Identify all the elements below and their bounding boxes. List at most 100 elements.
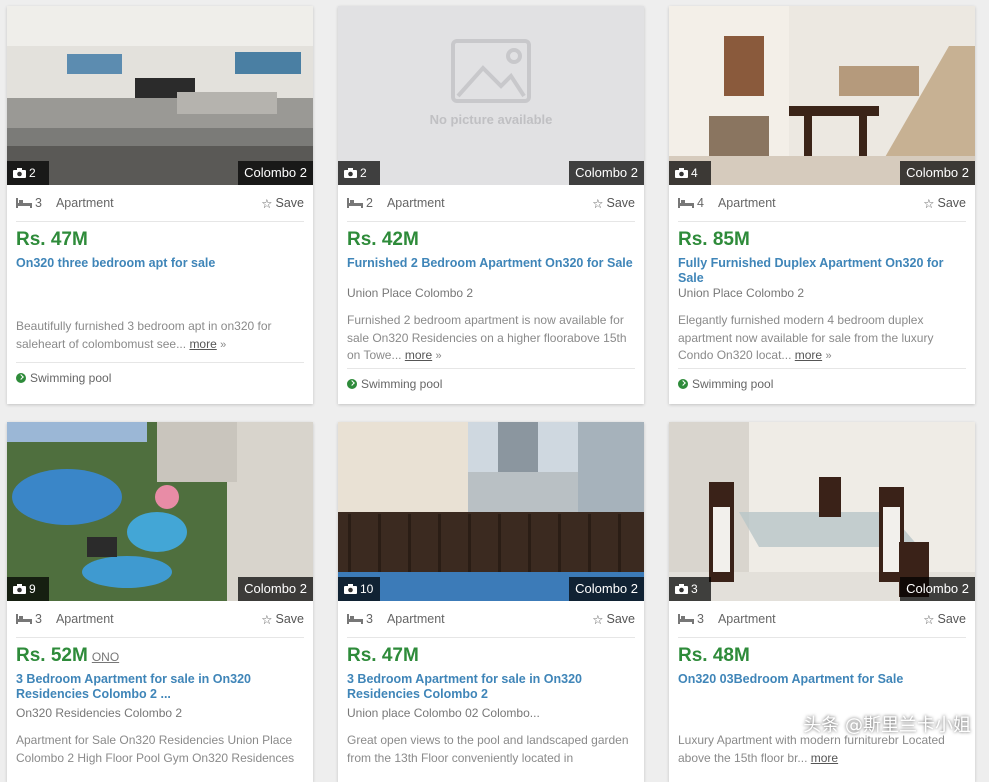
listing-card[interactable]: 9 Colombo 2 3 Apartment ☆ Save Rs. 52M ON… — [7, 422, 313, 782]
listing-title[interactable]: Fully Furnished Duplex Apartment On320 f… — [678, 256, 966, 286]
feature-label: Swimming pool — [30, 371, 112, 385]
listing-price: Rs. 47M — [347, 642, 635, 670]
more-link[interactable]: more — [189, 337, 216, 351]
placeholder-text: No picture available — [429, 112, 553, 127]
listing-photo[interactable]: No picture available 2 Colombo 2 — [338, 6, 644, 185]
bed-icon — [16, 614, 32, 624]
listing-price: Rs. 52M ONO — [16, 642, 304, 670]
more-link[interactable]: more — [811, 751, 838, 765]
feature-item: Swimming pool — [16, 362, 304, 393]
listing-photo[interactable]: 9 Colombo 2 — [7, 422, 313, 601]
listing-title[interactable]: Furnished 2 Bedroom Apartment On320 for … — [347, 256, 635, 286]
save-label: Save — [937, 196, 967, 210]
listing-title[interactable]: 3 Bedroom Apartment for sale in On320 Re… — [347, 672, 635, 706]
camera-icon — [675, 168, 688, 178]
price-value: Rs. 47M — [347, 645, 419, 666]
photo-count: 4 — [691, 166, 698, 180]
listing-meta: 3 Apartment ☆ Save — [16, 185, 304, 222]
bed-count: 4 — [697, 196, 704, 210]
listing-meta: 2 Apartment ☆ Save — [347, 185, 635, 222]
listing-title[interactable]: On320 three bedroom apt for sale — [16, 256, 304, 312]
listing-address: On320 Residencies Colombo 2 — [16, 706, 183, 720]
listing-description: Apartment for Sale On320 Residencies Uni… — [16, 732, 304, 767]
living-room-photo — [7, 6, 313, 185]
listing-price: Rs. 48M — [678, 642, 966, 670]
save-label: Save — [937, 612, 967, 626]
photo-count: 2 — [29, 166, 36, 180]
listing-grid: 2 Colombo 2 3 Apartment ☆ Save Rs. 47M O… — [0, 0, 989, 782]
star-outline-icon: ☆ — [592, 612, 604, 627]
price-note: ONO — [91, 650, 120, 664]
price-value: Rs. 52M — [16, 645, 88, 666]
save-button[interactable]: ☆ Save — [923, 612, 966, 627]
location-badge: Colombo 2 — [569, 577, 644, 601]
star-outline-icon: ☆ — [923, 612, 935, 627]
listing-address: Union Place Colombo 2 — [347, 286, 474, 300]
camera-icon — [13, 584, 26, 594]
no-picture-placeholder — [338, 6, 644, 185]
check-circle-icon — [678, 379, 688, 389]
save-label: Save — [275, 196, 305, 210]
listing-card[interactable]: 2 Colombo 2 3 Apartment ☆ Save Rs. 47M O… — [7, 6, 313, 404]
save-button[interactable]: ☆ Save — [923, 196, 966, 211]
listing-card[interactable]: No picture available 2 Colombo 2 2 Apart… — [338, 6, 644, 404]
listing-meta: 3 Apartment ☆ Save — [347, 601, 635, 638]
bed-icon — [678, 198, 694, 208]
description-text: Beautifully furnished 3 bedroom apt in o… — [16, 319, 272, 351]
check-circle-icon — [16, 373, 26, 383]
property-type: Apartment — [717, 196, 776, 210]
listing-address: Union Place Colombo 2 — [678, 286, 805, 300]
listing-photo[interactable]: 4 Colombo 2 — [669, 6, 975, 185]
listing-title[interactable]: 3 Bedroom Apartment for sale in On320 Re… — [16, 672, 304, 706]
listing-description: Luxury Apartment with modern furniturebr… — [678, 732, 966, 767]
property-type: Apartment — [386, 612, 445, 626]
price-value: Rs. 42M — [347, 229, 419, 250]
listing-price: Rs. 42M — [347, 226, 635, 254]
listing-card[interactable]: 4 Colombo 2 4 Apartment ☆ Save Rs. 85M F… — [669, 6, 975, 404]
photo-count-badge: 2 — [338, 161, 380, 185]
feature-item: Swimming pool — [347, 368, 635, 399]
save-button[interactable]: ☆ Save — [261, 196, 304, 211]
bed-icon — [347, 198, 363, 208]
pool-aerial-photo — [7, 422, 313, 601]
bed-count: 3 — [366, 612, 373, 626]
description-text: Furnished 2 bedroom apartment is now ava… — [347, 313, 627, 362]
listing-photo[interactable]: 3 Colombo 2 — [669, 422, 975, 601]
listing-card[interactable]: 10 Colombo 2 3 Apartment ☆ Save Rs. 47M … — [338, 422, 644, 782]
bed-count: 2 — [366, 196, 373, 210]
bed-icon — [347, 614, 363, 624]
save-label: Save — [606, 196, 636, 210]
price-value: Rs. 47M — [16, 229, 88, 250]
listing-description: Elegantly furnished modern 4 bedroom dup… — [678, 312, 966, 366]
photo-count-badge: 9 — [7, 577, 49, 601]
bed-count: 3 — [35, 612, 42, 626]
listing-description: Furnished 2 bedroom apartment is now ava… — [347, 312, 635, 366]
save-button[interactable]: ☆ Save — [592, 196, 635, 211]
save-button[interactable]: ☆ Save — [592, 612, 635, 627]
more-link[interactable]: more — [405, 348, 432, 362]
bed-icon — [16, 198, 32, 208]
location-badge: Colombo 2 — [900, 161, 975, 185]
photo-count: 10 — [360, 582, 374, 596]
price-value: Rs. 48M — [678, 645, 750, 666]
listing-meta: 3 Apartment ☆ Save — [678, 601, 966, 638]
photo-count: 3 — [691, 582, 698, 596]
description-text: Great open views to the pool and landsca… — [347, 733, 629, 765]
bed-count: 3 — [697, 612, 704, 626]
photo-count-badge: 3 — [669, 577, 711, 601]
listing-photo[interactable]: 10 Colombo 2 — [338, 422, 644, 601]
camera-icon — [344, 168, 357, 178]
location-badge: Colombo 2 — [238, 577, 313, 601]
listing-price: Rs. 85M — [678, 226, 966, 254]
bed-icon — [678, 614, 694, 624]
save-label: Save — [606, 612, 636, 626]
listing-price: Rs. 47M — [16, 226, 304, 254]
watermark: 头条 @斯里兰卡小姐 — [803, 715, 971, 736]
more-link[interactable]: more — [795, 348, 822, 362]
photo-count-badge: 4 — [669, 161, 711, 185]
dining-table-photo — [669, 422, 975, 601]
save-button[interactable]: ☆ Save — [261, 612, 304, 627]
listing-photo[interactable]: 2 Colombo 2 — [7, 6, 313, 185]
star-outline-icon: ☆ — [261, 612, 273, 627]
dining-stairs-photo — [669, 6, 975, 185]
